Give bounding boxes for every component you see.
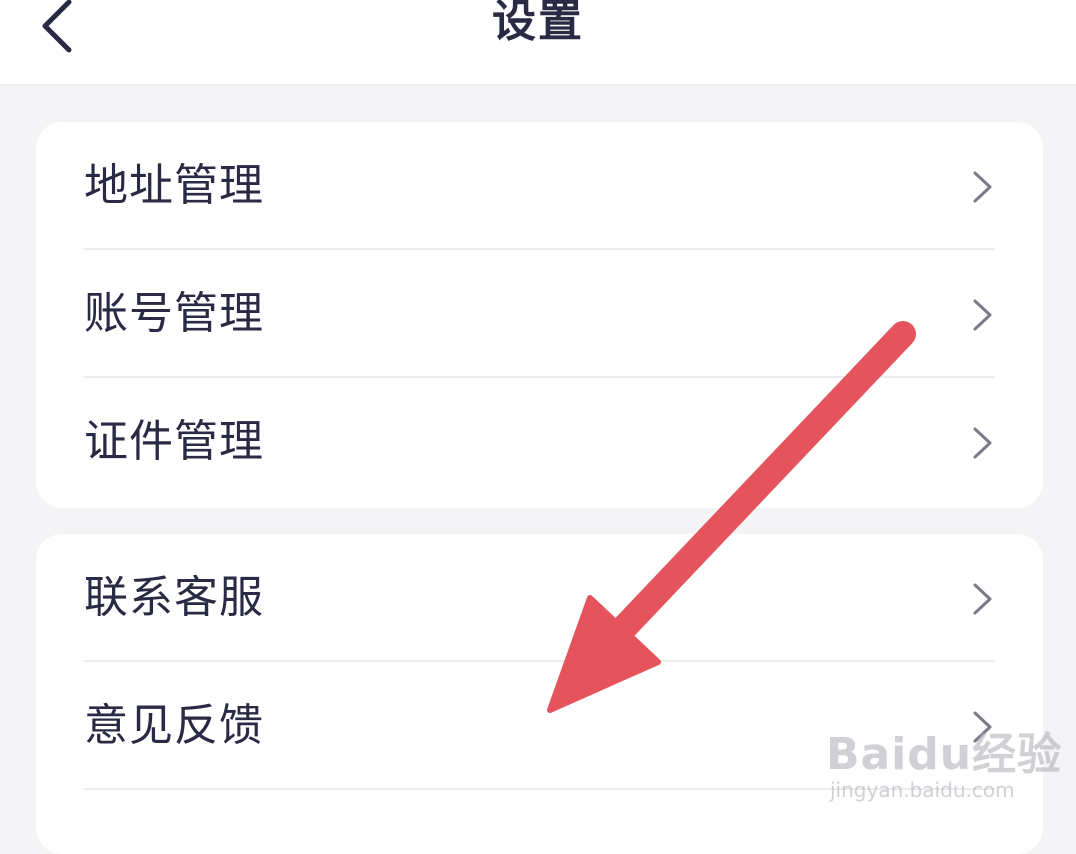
settings-group-support: 联系客服 意见反馈 — [36, 534, 1043, 854]
settings-item-contact-support[interactable]: 联系客服 — [36, 534, 1043, 662]
chevron-right-icon — [973, 171, 992, 203]
settings-item-address-management[interactable]: 地址管理 — [36, 122, 1043, 250]
chevron-right-icon — [973, 427, 992, 459]
settings-item-label: 意见反馈 — [84, 700, 264, 751]
chevron-right-icon — [973, 711, 992, 743]
settings-item-label: 账号管理 — [84, 288, 264, 339]
settings-item-account-management[interactable]: 账号管理 — [36, 250, 1043, 378]
chevron-right-icon — [973, 299, 992, 331]
page-title: 设置 — [492, 0, 584, 47]
settings-item-label: 联系客服 — [84, 572, 264, 623]
settings-item-feedback[interactable]: 意见反馈 — [36, 662, 1043, 790]
settings-item-id-management[interactable]: 证件管理 — [36, 378, 1043, 506]
settings-item-label: 地址管理 — [84, 160, 264, 211]
settings-item-label: 证件管理 — [84, 416, 264, 467]
navigation-bar: 设置 — [0, 0, 1076, 85]
chevron-right-icon — [973, 583, 992, 615]
settings-group-account: 地址管理 账号管理 证件管理 — [36, 122, 1043, 508]
